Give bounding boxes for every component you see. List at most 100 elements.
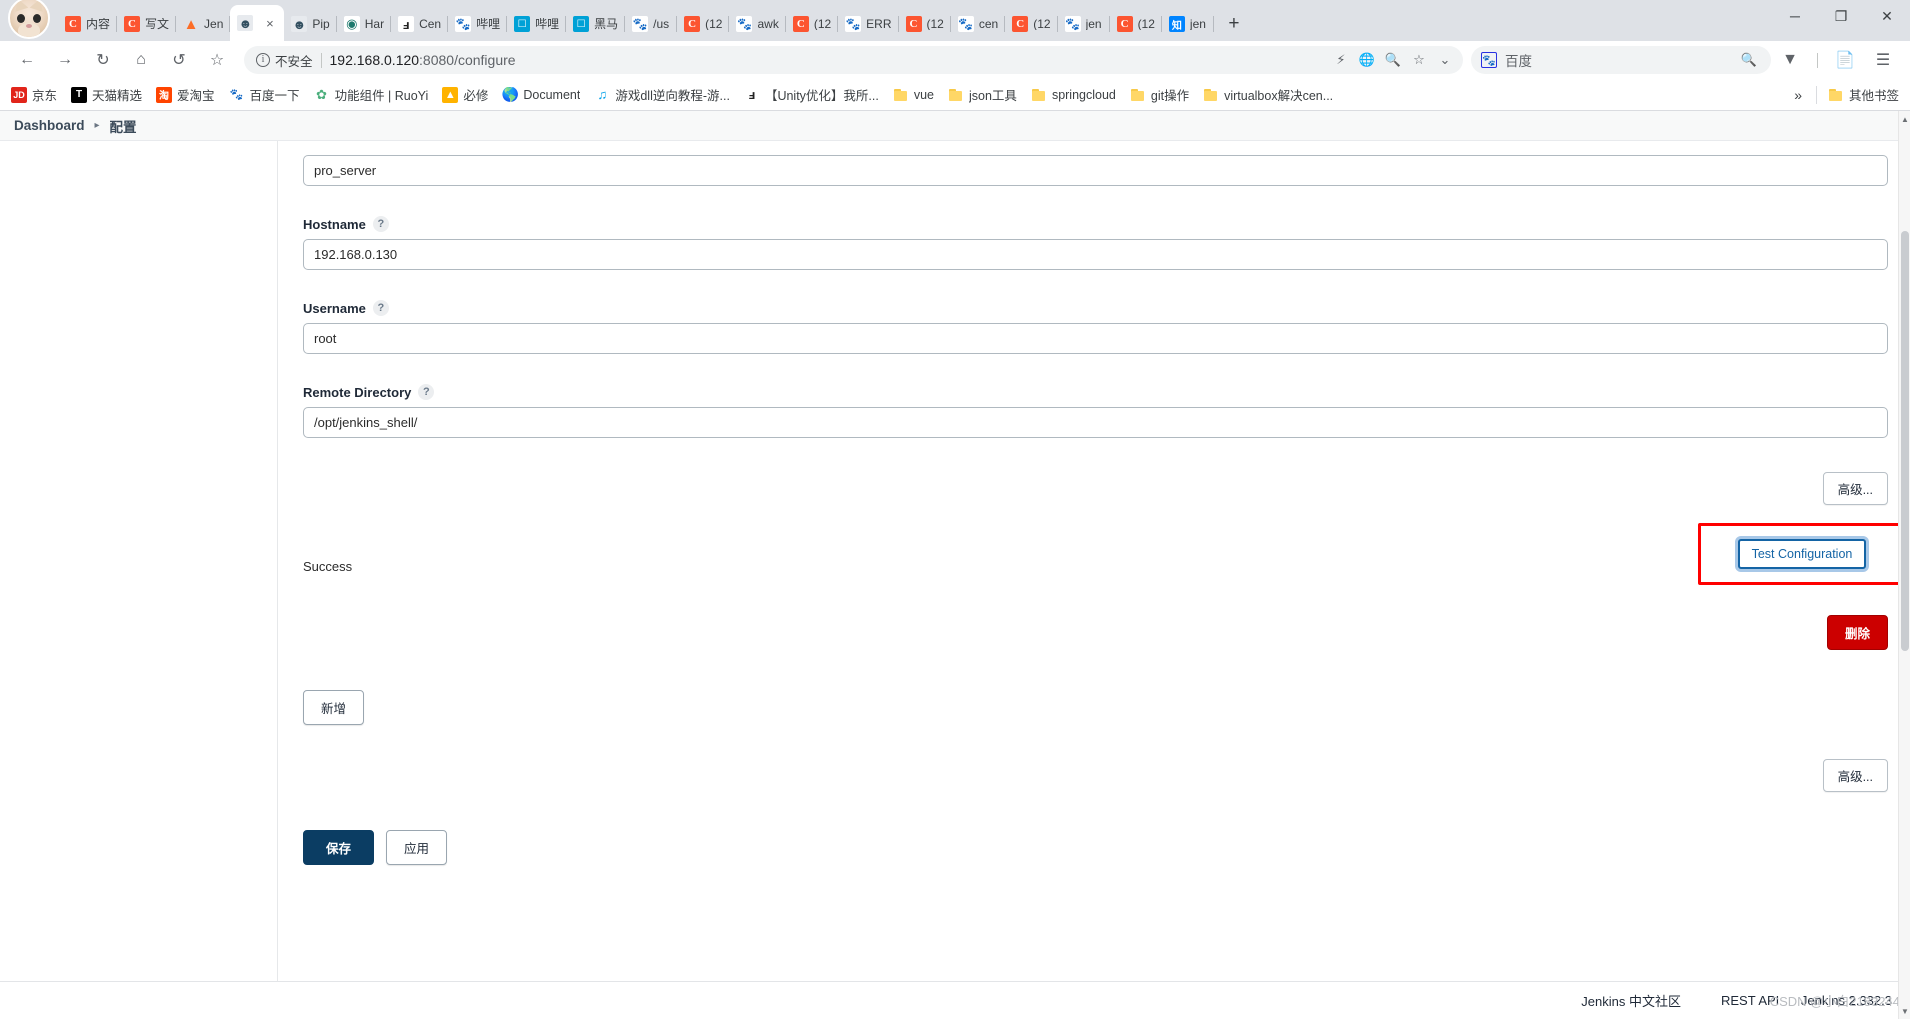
- browser-tab[interactable]: ⅎ Cen: [391, 7, 449, 41]
- bookmark-item[interactable]: ♫ 游戏dll逆向教程-游...: [587, 82, 737, 107]
- folder-icon: [1130, 88, 1146, 102]
- remote-directory-input[interactable]: [303, 407, 1888, 438]
- browser-tab[interactable]: C (12: [899, 7, 951, 41]
- browser-tab[interactable]: C 内容: [58, 7, 118, 41]
- browser-tab[interactable]: C (12: [1005, 7, 1058, 41]
- browser-tab[interactable]: C (12: [1110, 7, 1162, 41]
- minimize-icon[interactable]: ─: [1772, 0, 1818, 32]
- advanced-button-1[interactable]: 高级...: [1822, 472, 1888, 505]
- help-icon[interactable]: ?: [418, 384, 435, 400]
- bookmark-folder[interactable]: springcloud: [1024, 85, 1123, 105]
- help-icon[interactable]: ?: [372, 216, 389, 232]
- zoom-out-icon[interactable]: 🔍: [1381, 48, 1405, 72]
- site-security-info[interactable]: i 不安全: [256, 51, 313, 70]
- scroll-up-icon[interactable]: ▲: [1899, 113, 1910, 125]
- browser-tab[interactable]: ▲ Jen: [176, 7, 231, 41]
- jenkins-community-link[interactable]: Jenkins 中文社区: [1581, 991, 1681, 1010]
- remote-directory-label-row: Remote Directory ?: [303, 384, 1888, 400]
- bookmark-item[interactable]: ⅎ 【Unity优化】我所...: [737, 82, 886, 107]
- bookmark-folder[interactable]: vue: [886, 85, 941, 105]
- browser-tab[interactable]: C 写文: [117, 7, 177, 41]
- bookmark-item[interactable]: 淘 爱淘宝: [149, 82, 222, 107]
- bookmark-label: springcloud: [1051, 87, 1116, 102]
- browser-tab[interactable]: 🐾 awk: [729, 7, 786, 41]
- bookmark-item[interactable]: ▲ 必修: [435, 82, 495, 107]
- bookmark-folder[interactable]: git操作: [1123, 82, 1196, 107]
- bookmark-label: 游戏dll逆向教程-游...: [615, 89, 730, 103]
- bookmark-item[interactable]: JD 京东: [4, 82, 64, 107]
- page-scrollbar[interactable]: ▲ ▼: [1898, 111, 1910, 1019]
- bookmark-folder[interactable]: virtualbox解决cen...: [1196, 82, 1340, 107]
- save-button[interactable]: 保存: [303, 830, 375, 865]
- bilibili-icon: ☐: [514, 16, 531, 32]
- forward-icon[interactable]: →: [50, 45, 80, 75]
- search-input[interactable]: 百度: [1505, 50, 1729, 70]
- browser-window: C 内容 C 写文 ▲ Jen ☻ × ☻ Pip ◉ Har ⅎ Cen 🐾 …: [0, 0, 1910, 1019]
- pdf-icon[interactable]: 📄: [1830, 45, 1860, 75]
- browser-tab[interactable]: 🐾 哔哩: [448, 7, 508, 41]
- browser-tab[interactable]: ☐ 黑马: [566, 7, 626, 41]
- search-icon[interactable]: 🔍: [1737, 48, 1761, 72]
- maximize-icon[interactable]: ❐: [1818, 0, 1864, 32]
- add-button[interactable]: 新增: [303, 690, 365, 725]
- bookmark-item[interactable]: ✿ 功能组件 | RuoYi: [307, 82, 436, 107]
- address-bar[interactable]: i 不安全 192.168.0.120:8080/configure ⚡ 🌐 🔍…: [244, 46, 1463, 74]
- bookmark-star-icon[interactable]: ☆: [1407, 48, 1431, 72]
- scrollbar-thumb[interactable]: [1901, 231, 1909, 651]
- reload-icon[interactable]: ↻: [88, 45, 118, 75]
- apply-button[interactable]: 应用: [386, 830, 448, 865]
- home-icon[interactable]: ⌂: [126, 45, 156, 75]
- browser-tab[interactable]: ☐ 哔哩: [507, 7, 567, 41]
- delete-button[interactable]: 删除: [1826, 615, 1888, 650]
- close-icon[interactable]: ×: [262, 16, 277, 31]
- baidu-icon: 🐾: [455, 16, 472, 32]
- breadcrumb-current[interactable]: 配置: [110, 116, 137, 136]
- browser-tab[interactable]: C (12: [677, 7, 730, 41]
- help-icon[interactable]: ?: [372, 300, 389, 316]
- chevron-down-icon[interactable]: ⌄: [1433, 48, 1457, 72]
- rest-api-link[interactable]: REST API: [1721, 993, 1779, 1008]
- profile-avatar[interactable]: [8, 0, 50, 39]
- bookmark-item[interactable]: 🌎 Document: [495, 84, 587, 106]
- browser-tab[interactable]: 🐾 cen: [951, 7, 1006, 41]
- username-input[interactable]: [303, 323, 1888, 354]
- browser-tab[interactable]: ☻ Pip: [284, 7, 337, 41]
- test-configuration-button[interactable]: Test Configuration: [1737, 539, 1867, 569]
- browser-tab[interactable]: 🐾 ERR: [838, 7, 899, 41]
- tab-strip: C 内容 C 写文 ▲ Jen ☻ × ☻ Pip ◉ Har ⅎ Cen 🐾 …: [0, 0, 1910, 41]
- bookmarks-overflow-button[interactable]: »: [1784, 84, 1812, 106]
- bookmark-star-icon[interactable]: ☆: [202, 45, 232, 75]
- flash-icon[interactable]: ⚡: [1329, 48, 1353, 72]
- hostname-input[interactable]: [303, 239, 1888, 270]
- scroll-down-icon[interactable]: ▼: [1899, 1005, 1910, 1017]
- content-area: Hostname ? Username ?: [0, 141, 1910, 981]
- jenkins-version: Jenkins 2.332.3: [1800, 993, 1892, 1008]
- close-window-icon[interactable]: ✕: [1864, 0, 1910, 32]
- menu-icon[interactable]: ☰: [1868, 45, 1898, 75]
- back-icon[interactable]: ←: [12, 45, 42, 75]
- breadcrumb-dashboard[interactable]: Dashboard: [14, 118, 85, 133]
- new-tab-button[interactable]: +: [1220, 10, 1248, 38]
- browser-tab[interactable]: C (12: [786, 7, 839, 41]
- browser-tab[interactable]: 🐾 /us: [625, 7, 678, 41]
- bookmark-folder[interactable]: json工具: [941, 82, 1024, 107]
- browser-tab[interactable]: ◉ Har: [337, 7, 392, 41]
- search-box[interactable]: 🐾 百度 🔍: [1471, 46, 1771, 74]
- bookmark-item[interactable]: 🐾 百度一下: [222, 82, 307, 107]
- hostname-label: Hostname: [303, 216, 366, 232]
- translate-icon[interactable]: 🌐: [1355, 48, 1379, 72]
- browser-tab-active[interactable]: ☻ ×: [230, 5, 285, 41]
- bookmark-label: 爱淘宝: [177, 89, 215, 103]
- advanced-button-2[interactable]: 高级...: [1822, 759, 1888, 792]
- browser-tab[interactable]: 🐾 jen: [1058, 7, 1110, 41]
- other-bookmarks-folder[interactable]: 其他书签: [1821, 82, 1906, 107]
- browser-tab[interactable]: 知 jen: [1162, 7, 1214, 41]
- name-input[interactable]: [303, 155, 1888, 186]
- omnibox-actions: ⚡ 🌐 🔍 ☆ ⌄: [1329, 48, 1457, 72]
- vpn-icon[interactable]: ▼: [1775, 45, 1805, 75]
- bookmark-item[interactable]: T 天猫精选: [64, 82, 149, 107]
- ruoyi-icon: ✿: [316, 86, 328, 102]
- history-back-icon[interactable]: ↺: [164, 45, 194, 75]
- tab-title: Har: [364, 18, 385, 30]
- footer-right-group: REST API Jenkins 2.332.3 CSDN @小白2183244: [1721, 993, 1900, 1009]
